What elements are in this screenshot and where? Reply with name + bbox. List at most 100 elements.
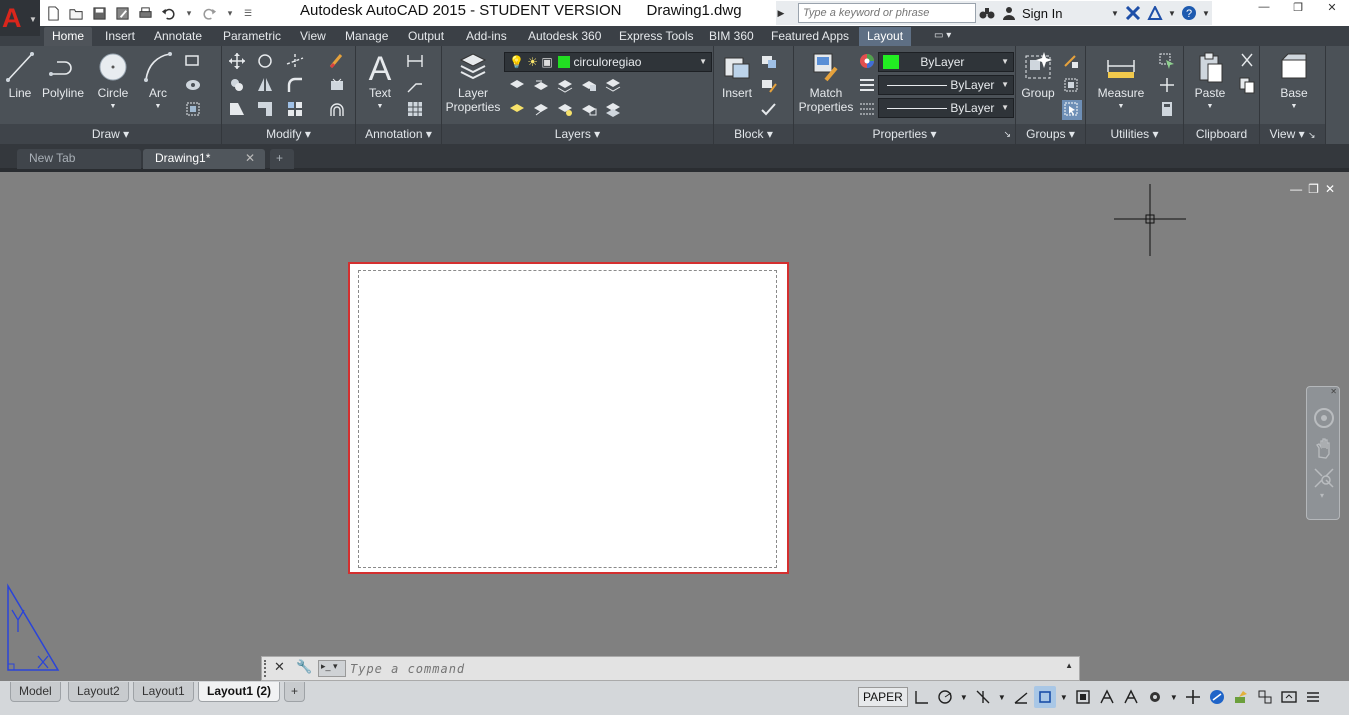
stay-connected-dropdown-icon[interactable]: ▼ — [1166, 3, 1178, 23]
search-input[interactable] — [798, 3, 976, 23]
customize-qat-icon[interactable]: ☰ — [241, 4, 255, 23]
circle-button[interactable]: Circle ▼ — [94, 50, 132, 114]
tab-model[interactable]: Model — [10, 682, 61, 702]
properties-panel-label[interactable]: Properties ▾ ↘ — [794, 124, 1015, 144]
tab-output[interactable]: Output — [400, 27, 452, 46]
sign-in-button[interactable]: Sign In — [1022, 6, 1108, 21]
layer-change-icon[interactable] — [532, 100, 552, 120]
cut-icon[interactable] — [1238, 52, 1258, 72]
polyline-button[interactable]: Polyline — [40, 50, 86, 100]
properties-launcher-icon[interactable]: ↘ — [1003, 124, 1011, 144]
measure-dropdown-icon[interactable]: ▼ — [1090, 100, 1152, 114]
modify-panel-label[interactable]: Modify ▾ — [222, 124, 355, 144]
steering-wheel-icon[interactable] — [1313, 407, 1335, 429]
workspace-dropdown-icon[interactable]: ▼ — [1168, 686, 1180, 708]
tab-drawing1[interactable]: Drawing1* ✕ — [143, 149, 265, 169]
sign-in-dropdown-icon[interactable]: ▼ — [1108, 3, 1122, 23]
autodesk-360-icon[interactable] — [1144, 3, 1166, 23]
text-button[interactable]: A Text ▼ — [362, 50, 398, 114]
units-icon[interactable] — [1254, 686, 1276, 708]
dimension-icon[interactable] — [406, 52, 426, 72]
user-icon[interactable] — [998, 3, 1020, 23]
close-tab-icon[interactable]: ✕ — [245, 149, 255, 168]
redo-icon[interactable] — [200, 4, 219, 23]
tab-bim-360[interactable]: BIM 360 — [701, 27, 762, 46]
fillet-icon[interactable] — [286, 76, 306, 96]
trim-icon[interactable] — [286, 52, 306, 72]
erase-icon[interactable] — [328, 52, 348, 72]
layer-previous-icon[interactable] — [532, 76, 552, 96]
tab-featured-apps[interactable]: Featured Apps — [763, 27, 857, 46]
print-icon[interactable] — [136, 4, 155, 23]
command-customize-wrench-icon[interactable]: 🔧 — [296, 659, 312, 675]
lineweight-dropdown[interactable]: ByLayer ▼ — [878, 98, 1014, 118]
layers-panel-label[interactable]: Layers ▾ — [442, 124, 713, 144]
tab-layout[interactable]: Layout — [859, 27, 912, 46]
point-icon[interactable] — [1158, 76, 1178, 96]
hatch-icon[interactable] — [184, 76, 204, 96]
lineweight-icon[interactable] — [858, 76, 878, 96]
base-button[interactable]: Base ▼ — [1274, 50, 1314, 114]
command-line-grip-icon[interactable] — [264, 660, 270, 677]
viewport-close-icon[interactable]: ✕ — [1325, 182, 1335, 196]
tab-new-tab[interactable]: New Tab — [17, 149, 141, 169]
save-as-icon[interactable] — [113, 4, 132, 23]
expand-search-icon[interactable]: ▶ — [776, 3, 786, 23]
view-panel-label[interactable]: View ▾ ↘ — [1260, 124, 1325, 144]
layer-merge-icon[interactable] — [604, 100, 624, 120]
new-drawing-tab-icon[interactable]: + — [270, 149, 294, 169]
copy-icon[interactable] — [228, 76, 248, 96]
quick-select-icon[interactable] — [1158, 52, 1178, 72]
leader-icon[interactable] — [406, 76, 426, 96]
isodraft-icon[interactable] — [1010, 686, 1032, 708]
color-dropdown[interactable]: ByLayer ▼ — [878, 52, 1014, 72]
move-icon[interactable] — [228, 52, 248, 72]
snap-tracking-dropdown-icon[interactable]: ▼ — [996, 686, 1008, 708]
pan-hand-icon[interactable] — [1313, 437, 1335, 459]
layer-properties-button[interactable]: Layer Properties — [444, 50, 502, 114]
open-icon[interactable] — [67, 4, 86, 23]
object-snap-dropdown-icon[interactable]: ▼ — [1058, 686, 1070, 708]
base-dropdown-icon[interactable]: ▼ — [1274, 100, 1314, 114]
circle-dropdown-icon[interactable]: ▼ — [94, 100, 132, 114]
annotation-monitor-icon[interactable] — [1182, 686, 1204, 708]
layer-lock-tool-icon[interactable] — [580, 76, 600, 96]
command-history-expand-icon[interactable]: ▲ — [1065, 661, 1073, 670]
tab-express-tools[interactable]: Express Tools — [611, 27, 701, 46]
scale-icon[interactable] — [256, 100, 276, 120]
tab-parametric[interactable]: Parametric — [215, 27, 289, 46]
match-properties-button[interactable]: Match Properties — [798, 50, 854, 114]
help-dropdown-icon[interactable]: ▼ — [1200, 3, 1212, 23]
isolate-objects-icon[interactable] — [1206, 686, 1228, 708]
object-snap-icon[interactable] — [1033, 686, 1056, 708]
layer-match-icon[interactable] — [508, 76, 528, 96]
rectangle-icon[interactable] — [184, 52, 204, 72]
tab-annotate[interactable]: Annotate — [146, 27, 210, 46]
table-icon[interactable] — [406, 100, 426, 120]
undo-dropdown-icon[interactable]: ▾ — [182, 4, 196, 23]
tab-insert[interactable]: Insert — [97, 27, 143, 46]
transparency-icon[interactable] — [858, 100, 878, 120]
zoom-dropdown-icon[interactable]: ▾ — [1320, 491, 1324, 500]
tab-autodesk-360[interactable]: Autodesk 360 — [520, 27, 609, 46]
create-block-icon[interactable] — [760, 52, 780, 72]
drawing-canvas[interactable]: — ❐ ✕ ✕ ▾ ✕ 🔧 ▸_ ▾ ▲ — [0, 176, 1349, 681]
mirror-icon[interactable] — [256, 76, 276, 96]
layer-walk-icon[interactable] — [508, 100, 528, 120]
quick-view-layouts-icon[interactable] — [1072, 686, 1094, 708]
arc-dropdown-icon[interactable]: ▼ — [140, 100, 176, 114]
linetype-dropdown[interactable]: ByLayer ▼ — [878, 75, 1014, 95]
tab-layout1[interactable]: Layout1 — [133, 682, 194, 702]
paper-space-toggle[interactable]: PAPER — [858, 687, 908, 707]
group-button[interactable]: Group — [1018, 50, 1058, 100]
maximize-icon[interactable]: ❐ — [1281, 0, 1315, 14]
undo-icon[interactable] — [159, 4, 178, 23]
hardware-acceleration-icon[interactable] — [1230, 686, 1252, 708]
layer-unisolate-icon[interactable] — [604, 76, 624, 96]
viewport-minimize-icon[interactable]: — — [1290, 182, 1302, 196]
calculator-icon[interactable] — [1158, 100, 1178, 120]
text-dropdown-icon[interactable]: ▼ — [362, 100, 398, 114]
object-snap-tracking-icon[interactable] — [972, 686, 994, 708]
command-input[interactable] — [350, 659, 1050, 678]
rotate-icon[interactable] — [256, 52, 276, 72]
